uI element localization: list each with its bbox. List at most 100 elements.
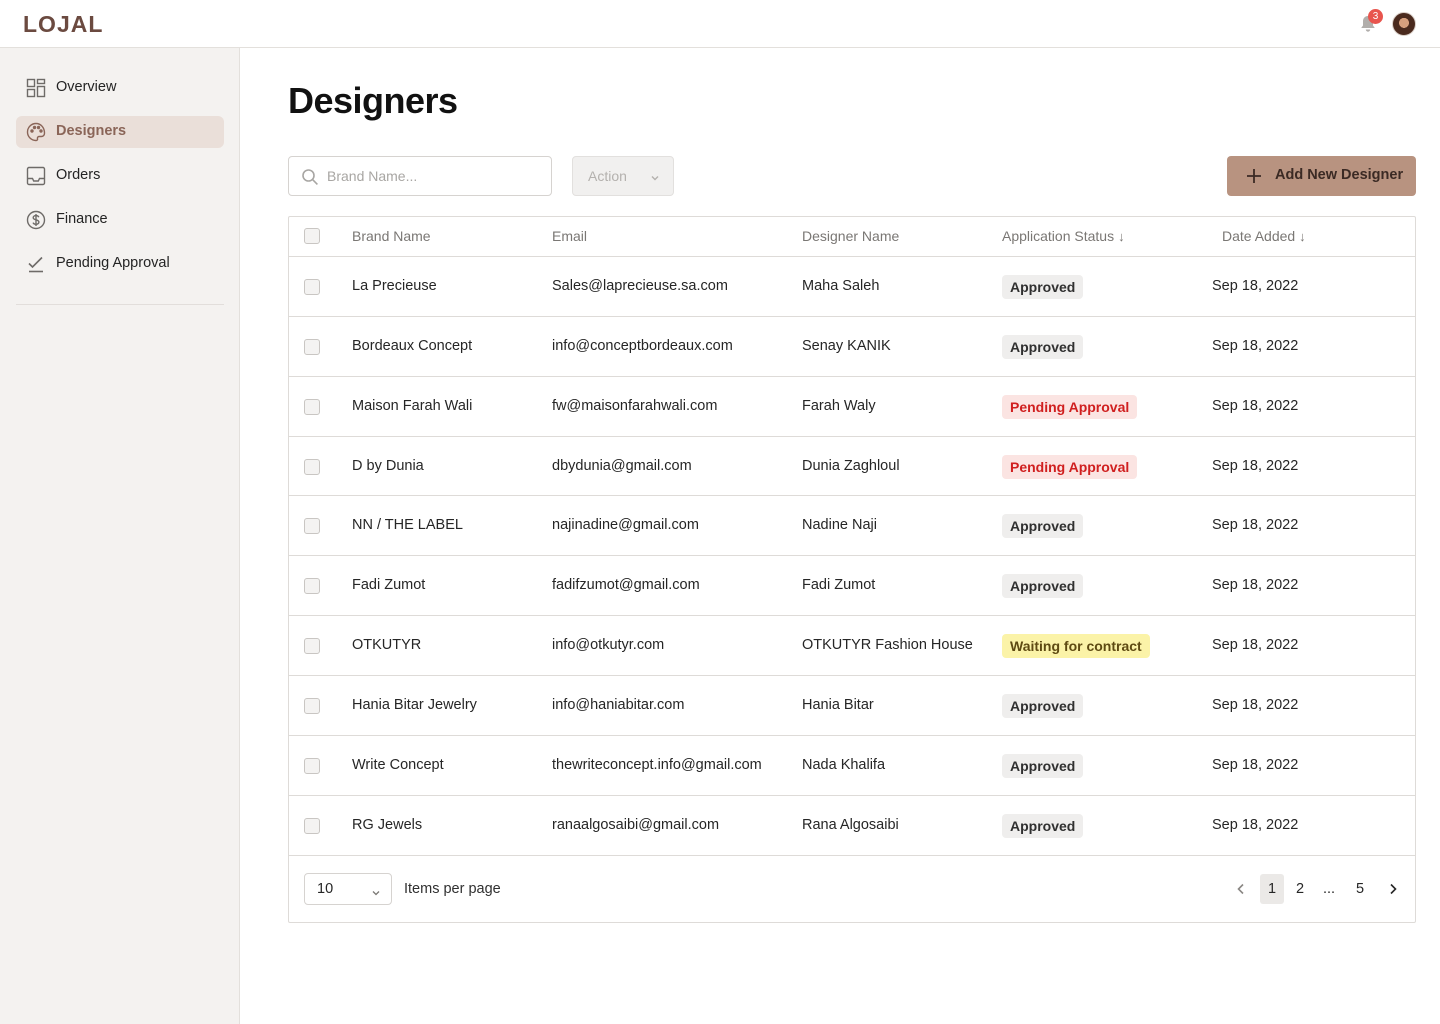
palette-icon <box>26 122 46 142</box>
status-badge: Approved <box>1002 335 1084 359</box>
status-badge: Approved <box>1002 514 1084 538</box>
row-checkbox[interactable] <box>304 818 320 834</box>
table-row[interactable]: RG Jewels ranaalgosaibi@gmail.com Rana Alg… <box>289 796 1415 856</box>
status-badge: Approved <box>1002 275 1084 299</box>
page-title: Designers <box>288 80 458 121</box>
date-added-cell: Sep 18, 2022 <box>1212 398 1299 414</box>
brand-name-cell: Maison Farah Wali <box>352 398 473 414</box>
status-badge: Approved <box>1002 754 1084 778</box>
designer-name-cell: Nada Khalifa <box>802 757 886 773</box>
date-added-cell: Sep 18, 2022 <box>1212 637 1299 653</box>
page-button-1[interactable]: 1 <box>1260 874 1284 904</box>
sidebar: Overview Designers Orders Finance Pendin… <box>0 48 240 1024</box>
select-all-checkbox[interactable] <box>304 228 320 244</box>
date-added-cell: Sep 18, 2022 <box>1212 697 1299 713</box>
items-per-page-label: Items per page <box>404 881 501 897</box>
page-button-2[interactable]: 2 <box>1288 874 1312 904</box>
sidebar-item-orders[interactable]: Orders <box>16 160 224 192</box>
search-input[interactable] <box>327 165 537 187</box>
email-cell: fw@maisonfarahwali.com <box>552 398 718 414</box>
dollar-icon <box>26 210 46 230</box>
search-box[interactable] <box>288 156 552 196</box>
row-checkbox[interactable] <box>304 339 320 355</box>
notification-bell-icon[interactable]: 3 <box>1357 9 1383 35</box>
column-header-email[interactable]: Email <box>552 228 587 244</box>
logo[interactable]: LOJAL <box>23 11 103 38</box>
date-added-cell: Sep 18, 2022 <box>1212 458 1299 474</box>
brand-name-cell: D by Dunia <box>352 458 424 474</box>
sidebar-item-overview[interactable]: Overview <box>16 72 224 104</box>
brand-name-cell: Write Concept <box>352 757 444 773</box>
status-badge: Approved <box>1002 694 1084 718</box>
dashboard-icon <box>26 78 46 98</box>
items-per-page-select[interactable]: 10 <box>304 873 392 905</box>
date-added-cell: Sep 18, 2022 <box>1212 757 1299 773</box>
row-checkbox[interactable] <box>304 578 320 594</box>
column-header-brand-name[interactable]: Brand Name <box>352 228 431 244</box>
table-row[interactable]: OTKUTYR info@otkutyr.com OTKUTYR Fashion H… <box>289 616 1415 676</box>
date-added-cell: Sep 18, 2022 <box>1212 278 1299 294</box>
plus-icon <box>1245 167 1263 185</box>
row-checkbox[interactable] <box>304 459 320 475</box>
row-checkbox[interactable] <box>304 518 320 534</box>
user-avatar[interactable] <box>1392 12 1416 36</box>
email-cell: info@haniabitar.com <box>552 697 685 713</box>
sidebar-item-label: Finance <box>56 211 108 227</box>
table-row[interactable]: La Precieuse Sales@laprecieuse.sa.com Maha… <box>289 257 1415 317</box>
designer-name-cell: Fadi Zumot <box>802 577 876 593</box>
row-checkbox[interactable] <box>304 279 320 295</box>
date-added-cell: Sep 18, 2022 <box>1212 577 1299 593</box>
sidebar-item-label: Overview <box>56 79 117 95</box>
table-row[interactable]: Hania Bitar Jewelry info@haniabitar.com Ha… <box>289 676 1415 736</box>
column-header-label: Date Added <box>1222 228 1296 244</box>
action-dropdown[interactable]: Action <box>572 156 674 196</box>
add-new-designer-label: Add New Designer <box>1275 167 1404 183</box>
brand-name-cell: OTKUTYR <box>352 637 422 653</box>
table-row[interactable]: Maison Farah Wali fw@maisonfarahwali.com F… <box>289 377 1415 437</box>
designer-name-cell: Senay KANIK <box>802 338 891 354</box>
email-cell: fadifzumot@gmail.com <box>552 577 700 593</box>
table-row[interactable]: Bordeaux Concept info@conceptbordeaux.com… <box>289 317 1415 377</box>
add-new-designer-button[interactable]: Add New Designer <box>1227 156 1416 196</box>
next-page-button[interactable] <box>1379 874 1407 904</box>
row-checkbox[interactable] <box>304 698 320 714</box>
notification-count-badge: 3 <box>1368 9 1383 24</box>
email-cell: thewriteconcept.info@gmail.com <box>552 757 762 773</box>
table-row[interactable]: Write Concept thewriteconcept.info@gmail.… <box>289 736 1415 796</box>
designers-table: Brand Name Email Designer Name Applicati… <box>288 216 1416 923</box>
chevron-down-icon <box>649 171 661 183</box>
table-row[interactable]: Fadi Zumot fadifzumot@gmail.com Fadi Zumot… <box>289 556 1415 616</box>
date-added-cell: Sep 18, 2022 <box>1212 338 1299 354</box>
items-per-page-value: 10 <box>317 881 334 897</box>
page-button-5[interactable]: 5 <box>1348 874 1372 904</box>
column-header-application-status[interactable]: Application Status ↓ <box>1002 228 1125 244</box>
previous-page-button[interactable] <box>1227 874 1255 904</box>
sidebar-divider <box>16 304 224 305</box>
email-cell: info@conceptbordeaux.com <box>552 338 733 354</box>
sidebar-item-label: Designers <box>56 123 127 139</box>
brand-name-cell: Fadi Zumot <box>352 577 426 593</box>
table-row[interactable]: D by Dunia dbydunia@gmail.com Dunia Zaghlo… <box>289 437 1415 496</box>
sidebar-item-pending-approval[interactable]: Pending Approval <box>16 248 224 280</box>
designer-name-cell: Dunia Zaghloul <box>802 458 900 474</box>
sort-arrow-icon: ↓ <box>1118 229 1125 244</box>
brand-name-cell: La Precieuse <box>352 278 437 294</box>
designer-name-cell: OTKUTYR Fashion House <box>802 637 973 653</box>
designer-name-cell: Hania Bitar <box>802 697 874 713</box>
email-cell: info@otkutyr.com <box>552 637 665 653</box>
date-added-cell: Sep 18, 2022 <box>1212 517 1299 533</box>
sidebar-item-finance[interactable]: Finance <box>16 204 224 236</box>
row-checkbox[interactable] <box>304 638 320 654</box>
row-checkbox[interactable] <box>304 758 320 774</box>
column-header-date-added[interactable]: Date Added ↓ <box>1222 228 1306 244</box>
status-badge: Pending Approval <box>1002 395 1138 419</box>
chevron-down-icon <box>371 885 381 896</box>
sidebar-item-designers[interactable]: Designers <box>16 116 224 148</box>
table-row[interactable]: NN / THE LABEL najinadine@gmail.com Nadine… <box>289 496 1415 556</box>
column-header-designer-name[interactable]: Designer Name <box>802 228 899 244</box>
email-cell: dbydunia@gmail.com <box>552 458 692 474</box>
row-checkbox[interactable] <box>304 399 320 415</box>
brand-name-cell: Bordeaux Concept <box>352 338 473 354</box>
status-badge: Pending Approval <box>1002 455 1138 479</box>
action-dropdown-label: Action <box>588 168 627 184</box>
